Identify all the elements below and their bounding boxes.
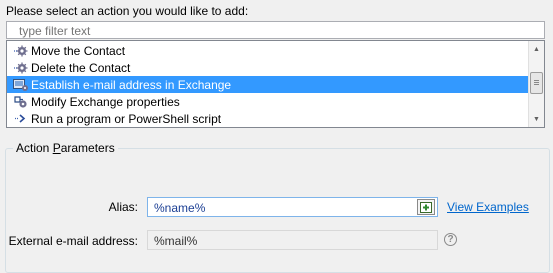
list-item-label: Move the Contact xyxy=(31,43,126,58)
scroll-up-icon[interactable]: ▲ xyxy=(529,41,544,57)
external-email-label: External e-mail address: xyxy=(8,234,138,248)
prompt-label: Please select an action you would like t… xyxy=(6,4,249,18)
view-examples-link[interactable]: View Examples xyxy=(447,200,529,214)
exchange-mailbox-icon xyxy=(13,77,29,93)
list-item-establish-email[interactable]: Establish e-mail address in Exchange xyxy=(7,76,528,93)
external-email-field: %mail% xyxy=(147,230,438,250)
alias-field[interactable]: %name% xyxy=(147,197,438,217)
list-item-run-program[interactable]: Run a program or PowerShell script xyxy=(7,110,528,127)
list-item-label: Modify Exchange properties xyxy=(31,94,180,109)
list-item-move-contact[interactable]: Move the Contact xyxy=(7,42,528,59)
list-item-label: Establish e-mail address in Exchange xyxy=(31,77,232,92)
gear-delete-icon xyxy=(13,60,29,76)
list-item-label: Delete the Contact xyxy=(31,60,131,75)
insert-property-icon xyxy=(420,201,432,213)
exchange-properties-icon xyxy=(13,94,29,110)
powershell-icon xyxy=(13,111,29,127)
alias-label: Alias: xyxy=(108,200,138,214)
scroll-thumb[interactable] xyxy=(530,72,543,94)
external-email-value: %mail% xyxy=(154,234,198,248)
gear-move-icon xyxy=(13,43,29,59)
scroll-down-icon[interactable]: ▼ xyxy=(529,111,544,127)
list-item-delete-contact[interactable]: Delete the Contact xyxy=(7,59,528,76)
insert-property-button[interactable] xyxy=(417,199,435,215)
action-parameters-title: Action Parameters xyxy=(13,141,118,155)
list-item-modify-exchange[interactable]: Modify Exchange properties xyxy=(7,93,528,110)
list-scrollbar[interactable]: ▲ ▼ xyxy=(528,41,544,127)
help-icon[interactable]: ? xyxy=(444,233,457,246)
filter-input[interactable] xyxy=(6,21,545,39)
action-list[interactable]: Move the Contact Delete the Contact Esta… xyxy=(6,40,545,128)
list-item-label: Run a program or PowerShell script xyxy=(31,111,222,126)
alias-value: %name% xyxy=(154,201,206,215)
